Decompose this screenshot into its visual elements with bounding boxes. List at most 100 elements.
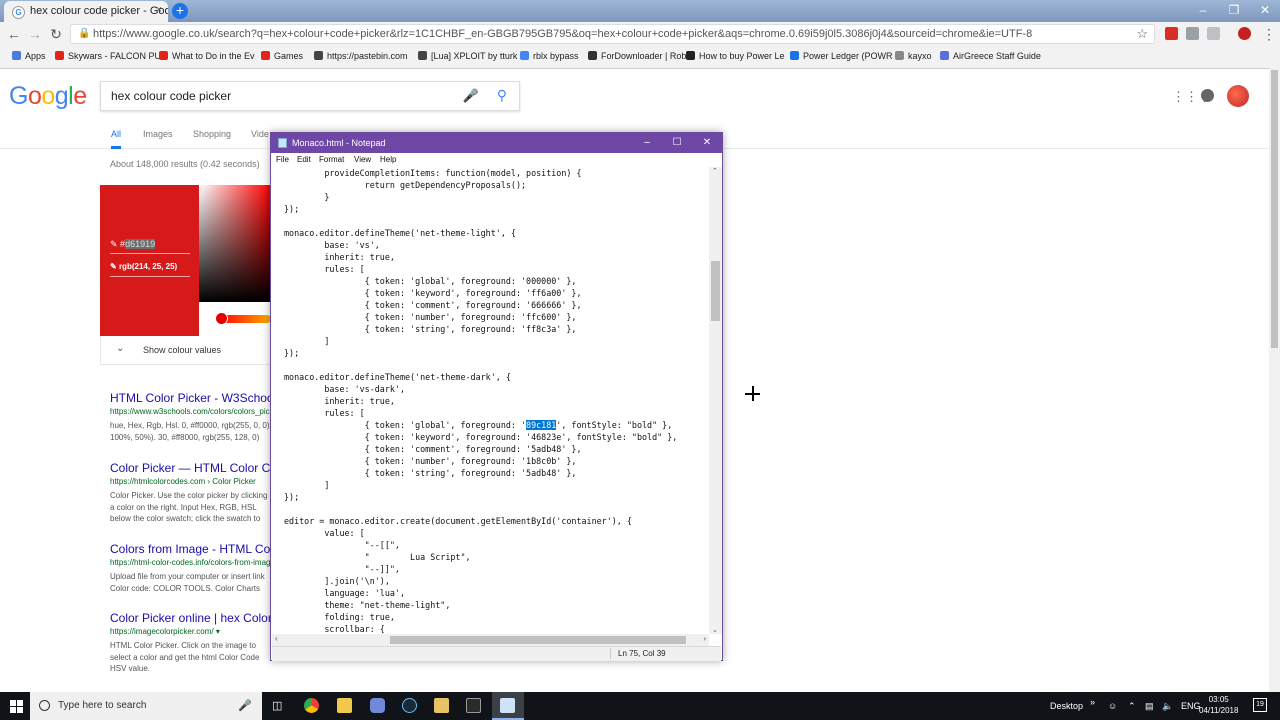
extension-icon[interactable] [1186, 27, 1199, 40]
scrollbar-thumb[interactable] [390, 636, 686, 644]
notepad-vertical-scrollbar[interactable]: ⌃ ⌄ [709, 167, 722, 634]
maximize-icon[interactable]: ☐ [662, 133, 692, 153]
result-snippet: Color Picker. Use the color picker by cl… [110, 491, 268, 500]
bookmark-favicon-icon [261, 51, 270, 60]
logo-letter: e [73, 82, 87, 110]
bookmark-item[interactable]: ForDownloader | Rob [588, 51, 686, 61]
notepad-menubar: File Edit Format View Help [271, 153, 722, 167]
action-center-icon[interactable]: 19 [1253, 698, 1267, 712]
notifications-icon[interactable] [1201, 89, 1214, 102]
discord-icon[interactable] [370, 698, 385, 713]
minimize-icon[interactable]: – [632, 133, 662, 153]
tab-shopping[interactable]: Shopping [193, 129, 231, 139]
hex-value-field[interactable]: ✎ #d61919 [110, 239, 156, 250]
google-logo[interactable]: Google [9, 82, 87, 111]
result-title-link[interactable]: HTML Color Picker - W3Schools [110, 391, 270, 405]
bookmark-item[interactable]: rblx bypass [520, 51, 579, 61]
bookmark-item[interactable]: kayxo [895, 51, 932, 61]
menu-view[interactable]: View [354, 155, 371, 164]
bookmark-item[interactable]: Apps [12, 51, 46, 61]
file-explorer-icon[interactable] [337, 698, 352, 713]
bookmark-item[interactable]: Skywars - FALCON PU [55, 51, 161, 61]
bookmark-star-icon[interactable]: ☆ [1136, 25, 1148, 43]
result-url[interactable]: https://www.w3schools.com/colors/colors_… [110, 407, 270, 416]
menu-help[interactable]: Help [380, 155, 396, 164]
scroll-up-icon[interactable]: ⌃ [712, 167, 718, 175]
extension-icon[interactable] [1165, 27, 1178, 40]
steam-icon[interactable] [402, 698, 417, 713]
task-view-icon[interactable]: ◫ [272, 699, 282, 712]
new-tab-button[interactable]: + [172, 3, 188, 19]
bookmark-item[interactable]: [Lua] XPLOIT by tturk [418, 51, 517, 61]
result-title-link[interactable]: Color Picker online | hex Color [110, 611, 270, 625]
epic-games-icon[interactable] [466, 698, 481, 713]
language-indicator[interactable]: ENG [1181, 701, 1201, 711]
result-title-link[interactable]: Color Picker — HTML Color Codes [110, 461, 270, 475]
windows-start-icon[interactable] [10, 700, 23, 713]
tab-vide[interactable]: Vide [251, 129, 269, 139]
show-hidden-icons-icon[interactable]: ⌃ [1128, 701, 1136, 712]
bookmark-item[interactable]: What to Do in the Ev [159, 51, 255, 61]
scrollbar-thumb[interactable] [711, 261, 720, 321]
tab-images[interactable]: Images [143, 129, 173, 139]
page-scrollbar-thumb[interactable] [1271, 70, 1278, 348]
taskbar-search-input[interactable]: Type here to search 🎤 [30, 692, 262, 720]
selected-text: 89c181 [526, 420, 557, 430]
bookmark-item[interactable]: AirGreece Staff Guide [940, 51, 1041, 61]
menu-file[interactable]: File [276, 155, 289, 164]
microphone-icon[interactable]: 🎤 [238, 699, 252, 712]
reload-icon[interactable]: ↻ [46, 22, 66, 46]
menu-format[interactable]: Format [319, 155, 344, 164]
result-url[interactable]: https://imagecolorpicker.com/ ▾ [110, 627, 270, 636]
pencil-icon: ✎ [110, 239, 121, 249]
toolbar-overflow-icon[interactable]: » [1090, 697, 1095, 707]
browser-tab[interactable]: G hex colour code picker - Google × [4, 1, 168, 22]
desktop-toolbar[interactable]: Desktop [1050, 701, 1083, 711]
notepad-titlebar[interactable]: Monaco.html - Notepad – ☐ ✕ [271, 133, 722, 153]
scroll-right-icon[interactable]: › [703, 634, 706, 643]
back-icon[interactable]: ← [4, 22, 24, 46]
extension-icon[interactable] [1207, 27, 1220, 40]
search-input[interactable]: hex colour code picker 🎤 ⚲ [100, 81, 520, 111]
bookmark-item[interactable]: Games [261, 51, 303, 61]
bookmark-item[interactable]: Power Ledger (POWR [790, 51, 893, 61]
file-icon[interactable] [434, 698, 449, 713]
tab-all[interactable]: All [111, 129, 122, 149]
bookmark-item[interactable]: How to buy Power Le [686, 51, 785, 61]
pencil-icon: ✎ [110, 262, 119, 271]
show-colour-values-button[interactable]: ⌄ Show colour values [100, 336, 271, 365]
result-url[interactable]: https://htmlcolorcodes.com › Color Picke… [110, 477, 270, 486]
network-icon[interactable]: ▤ [1145, 701, 1154, 712]
bookmark-favicon-icon [12, 51, 21, 60]
notepad-icon[interactable] [500, 698, 515, 713]
close-icon[interactable]: ✕ [1250, 0, 1280, 20]
address-bar[interactable]: 🔒 https://www.google.co.uk/search?q=hex+… [70, 24, 1155, 44]
search-icon[interactable]: ⚲ [497, 87, 507, 104]
saturation-gradient[interactable] [199, 185, 271, 302]
result-url[interactable]: https://html-color-codes.info/colors-fro… [110, 558, 270, 567]
bookmark-item[interactable]: https://pastebin.com [314, 51, 408, 61]
volume-icon[interactable]: 🔈 [1162, 701, 1173, 712]
restore-icon[interactable]: ❐ [1219, 0, 1249, 20]
scroll-down-icon[interactable]: ⌄ [712, 626, 718, 634]
hue-slider-handle[interactable] [215, 312, 228, 325]
people-icon[interactable]: ☺ [1108, 701, 1117, 711]
menu-icon[interactable]: ⋮ [1259, 22, 1279, 46]
result-title-link[interactable]: Colors from Image - HTML Color Codes [110, 542, 270, 556]
microphone-icon[interactable]: 🎤 [463, 88, 479, 104]
chrome-icon[interactable] [304, 698, 319, 713]
forward-icon[interactable]: → [25, 22, 45, 46]
divider [610, 648, 611, 659]
result-snippet: below the color swatch; click the swatch… [110, 514, 261, 523]
clock[interactable]: 03:05 04/11/2018 [1199, 694, 1238, 716]
rgb-value-field[interactable]: ✎ rgb(214, 25, 25) [110, 262, 177, 271]
close-icon[interactable]: ✕ [692, 133, 722, 153]
notepad-text-area[interactable]: provideCompletionItems: function(model, … [272, 167, 709, 634]
avatar[interactable] [1227, 85, 1249, 107]
scroll-left-icon[interactable]: ‹ [275, 634, 278, 643]
menu-edit[interactable]: Edit [297, 155, 311, 164]
result-snippet: a color on the right. Input Hex, RGB, HS… [110, 502, 257, 512]
profile-icon[interactable] [1238, 27, 1251, 40]
tab-close-icon[interactable]: × [156, 4, 162, 16]
minimize-icon[interactable]: – [1188, 0, 1218, 20]
